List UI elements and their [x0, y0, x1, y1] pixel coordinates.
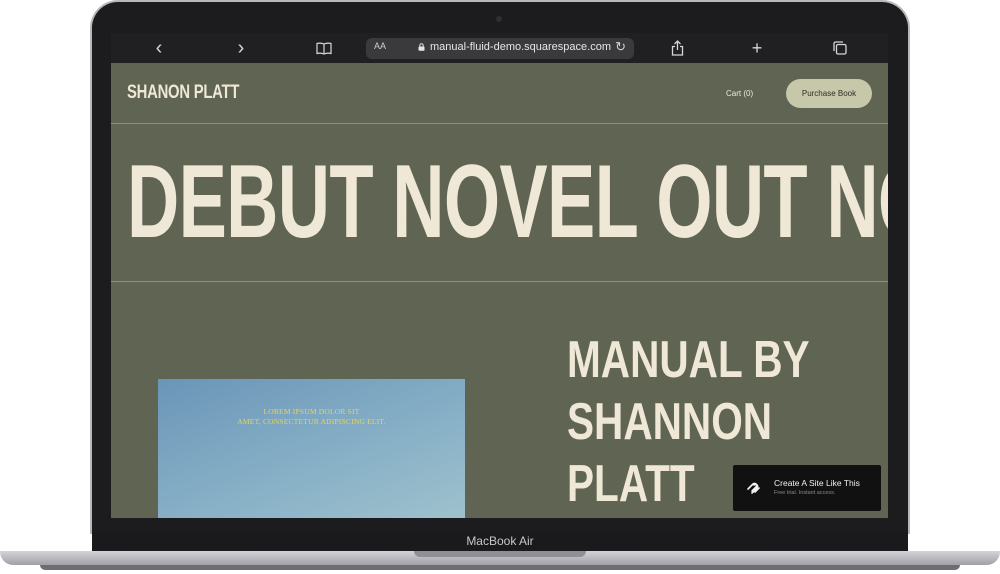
browser-toolbar: ‹ › AA manual-fluid-demo.squarespace.com…	[111, 33, 888, 63]
hero-title: DEBUT NOVEL OUT NOW	[127, 144, 888, 260]
book-icon[interactable]	[314, 33, 334, 63]
reload-icon[interactable]: ↻	[615, 39, 626, 55]
reader-text-size-button[interactable]: AA	[374, 41, 386, 51]
address-bar[interactable]: AA manual-fluid-demo.squarespace.com ↻	[366, 38, 634, 59]
camera-icon	[496, 16, 502, 22]
laptop-base-edge	[40, 565, 960, 570]
lock-icon	[418, 43, 425, 51]
browser-screen: ‹ › AA manual-fluid-demo.squarespace.com…	[111, 33, 888, 518]
hero-section: DEBUT NOVEL OUT NOW	[111, 125, 888, 282]
url-text[interactable]: manual-fluid-demo.squarespace.com	[430, 41, 611, 53]
site-logo-text[interactable]: SHANON PLATT	[127, 82, 239, 104]
tabs-icon[interactable]	[830, 33, 850, 63]
laptop-notch	[414, 551, 586, 557]
purchase-book-button[interactable]: Purchase Book	[786, 79, 872, 108]
book-caption-line-1: LOREM IPSUM DOLOR SIT	[263, 407, 360, 416]
book-cover-image: LOREM IPSUM DOLOR SIT AMET, CONSECTETUR …	[158, 379, 465, 518]
badge-subtitle: Free trial. Instant access.	[774, 490, 836, 496]
share-icon[interactable]	[667, 33, 687, 63]
squarespace-logo-icon	[747, 482, 760, 494]
book-heading-line-1: MANUAL BY	[567, 331, 810, 389]
site-header: SHANON PLATT Cart (0) Purchase Book	[111, 63, 888, 124]
chevron-right-icon[interactable]: ›	[231, 33, 251, 63]
plus-icon[interactable]: +	[747, 33, 767, 63]
book-caption-line-2: AMET, CONSECTETUR ADIPISCING ELIT.	[237, 417, 386, 426]
laptop-hinge: MacBook Air	[92, 532, 908, 552]
book-caption: LOREM IPSUM DOLOR SIT AMET, CONSECTETUR …	[158, 407, 465, 427]
device-label: MacBook Air	[466, 534, 534, 548]
squarespace-badge[interactable]: Create A Site Like This Free trial. Inst…	[733, 465, 881, 511]
chevron-left-icon[interactable]: ‹	[149, 33, 169, 63]
badge-title: Create A Site Like This	[774, 478, 860, 488]
cart-link[interactable]: Cart (0)	[726, 89, 753, 98]
book-heading-line-2: SHANNON	[567, 393, 773, 451]
